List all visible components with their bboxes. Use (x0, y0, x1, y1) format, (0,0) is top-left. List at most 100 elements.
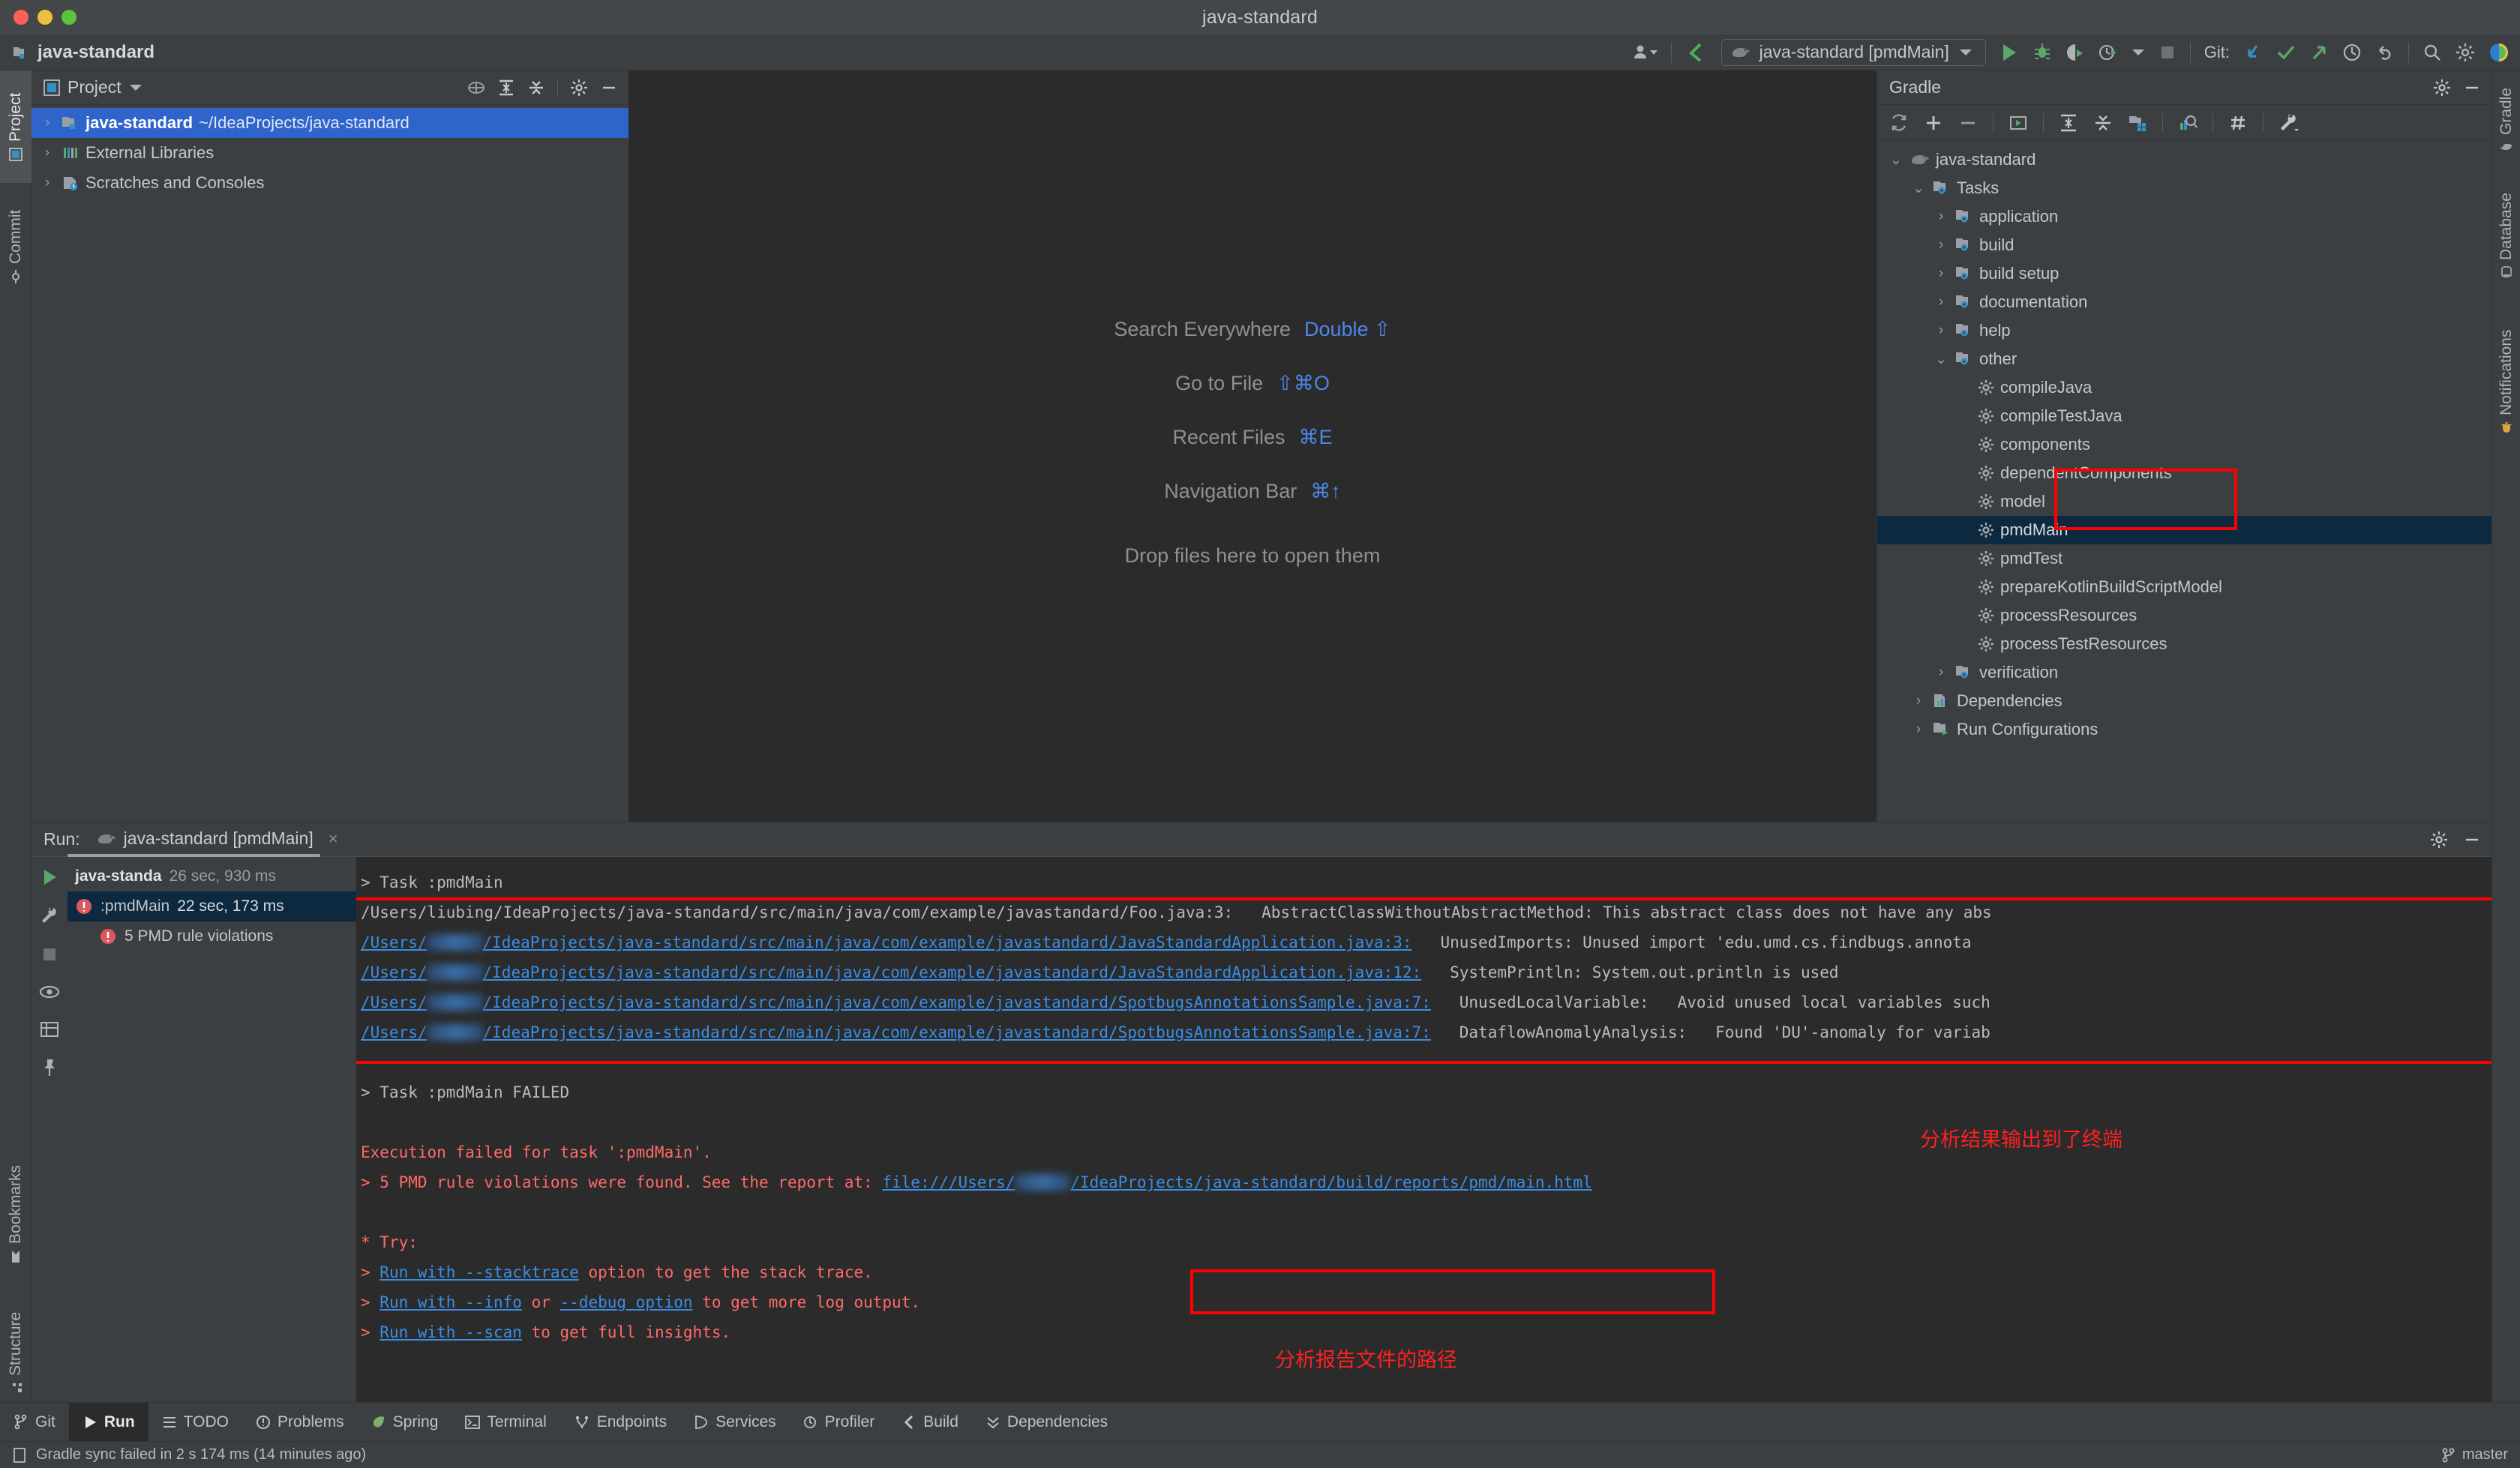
debug-icon[interactable] (2032, 42, 2052, 63)
run-tree-row-root[interactable]: java-standa 26 sec, 930 ms (68, 861, 356, 891)
gradle-tree-node-preparekotlinbuildscriptmodel[interactable]: prepareKotlinBuildScriptModel (1877, 573, 2492, 601)
tree-node-scratches[interactable]: › Scratches and Consoles (32, 168, 628, 198)
sidebar-item-commit[interactable]: Commit (0, 190, 32, 303)
chevron-right-icon[interactable]: › (1933, 265, 1949, 282)
gradle-tree-node-dependentcomponents[interactable]: dependentComponents (1877, 459, 2492, 487)
bottom-tab-profiler[interactable]: Profiler (790, 1403, 889, 1442)
chevron-down-icon[interactable] (1958, 47, 1973, 58)
chevron-right-icon[interactable]: › (1933, 208, 1949, 225)
gradle-tree-node-pmdtest[interactable]: pmdTest (1877, 544, 2492, 573)
git-rollback-icon[interactable] (2375, 43, 2395, 62)
profile-icon[interactable] (2098, 42, 2118, 63)
account-icon[interactable] (1632, 43, 1658, 62)
gradle-tree-node-build[interactable]: › build (1877, 231, 2492, 259)
sidebar-item-gradle[interactable]: Gradle (2492, 70, 2520, 168)
bottom-tab-terminal[interactable]: Terminal (452, 1403, 560, 1442)
console-try-item[interactable]: > Run with --info or --debug option to g… (356, 1287, 2492, 1317)
gradle-tree-node-other[interactable]: ⌄ other (1877, 345, 2492, 373)
bottom-tab-git[interactable]: Git (0, 1403, 69, 1442)
git-history-icon[interactable] (2342, 43, 2362, 62)
run-icon[interactable] (2000, 42, 2019, 63)
run-console-output[interactable]: > Task :pmdMain /Users/liubing/IdeaProje… (356, 857, 2492, 1403)
chart-icon[interactable] (40, 1020, 59, 1038)
console-report-line[interactable]: > 5 PMD rule violations were found. See … (356, 1167, 2492, 1197)
chevron-right-icon[interactable]: › (1933, 664, 1949, 681)
gradle-tree-node-processtestresources[interactable]: processTestResources (1877, 630, 2492, 658)
close-window-icon[interactable] (14, 10, 28, 25)
minimize-window-icon[interactable] (38, 10, 52, 25)
status-branch-label[interactable]: master (2462, 1446, 2508, 1464)
sidebar-item-database[interactable]: Database (2492, 175, 2520, 295)
gradle-tree-node-components[interactable]: components (1877, 430, 2492, 459)
vcs-update-icon[interactable] (1685, 41, 1708, 64)
gradle-tree-node-documentation[interactable]: › documentation (1877, 288, 2492, 316)
gear-icon[interactable] (570, 79, 588, 97)
chevron-down-icon[interactable]: ⌄ (1910, 180, 1927, 197)
collapse-all-icon[interactable] (527, 79, 545, 97)
rerun-icon[interactable] (40, 867, 59, 887)
run-tab-pmdmain[interactable]: java-standard [pmdMain] × (97, 828, 338, 850)
chevron-down-icon[interactable]: ⌄ (1888, 151, 1904, 169)
minimize-icon[interactable] (2463, 79, 2481, 97)
collapse-all-icon[interactable] (2093, 113, 2113, 133)
sidebar-item-structure[interactable]: Structure (0, 1293, 32, 1413)
bottom-tab-build[interactable]: Build (888, 1403, 972, 1442)
gradle-tree-node-dependencies[interactable]: › Dependencies (1877, 687, 2492, 715)
gear-icon[interactable] (2430, 831, 2448, 849)
run-configuration-selector[interactable]: java-standard [pmdMain] (1720, 38, 1986, 66)
git-commit-icon[interactable] (2276, 43, 2296, 62)
execute-task-icon[interactable] (2008, 113, 2028, 133)
gradle-tree-node-help[interactable]: › help (1877, 316, 2492, 345)
minimize-icon[interactable] (2463, 831, 2481, 849)
window-controls[interactable] (14, 10, 76, 25)
sidebar-item-notifications[interactable]: Notifications (2492, 303, 2520, 460)
settings-wrench-icon[interactable] (40, 906, 59, 926)
stop-icon[interactable] (2158, 43, 2176, 61)
git-pull-icon[interactable] (2243, 43, 2263, 62)
pin-icon[interactable] (40, 1058, 58, 1077)
chevron-right-icon[interactable]: › (1910, 693, 1927, 709)
gradle-tree-node-tasks[interactable]: ⌄ Tasks (1877, 174, 2492, 202)
gradle-tree-node-application[interactable]: › application (1877, 202, 2492, 231)
close-icon[interactable]: × (328, 829, 338, 849)
gradle-tree-node-model[interactable]: model (1877, 487, 2492, 516)
gradle-tree-node-compilejava[interactable]: compileJava (1877, 373, 2492, 402)
ide-assistant-icon[interactable] (2488, 42, 2510, 63)
bottom-tab-spring[interactable]: Spring (358, 1403, 452, 1442)
tree-node-external-libraries[interactable]: › External Libraries (32, 138, 628, 168)
chevron-down-icon[interactable] (129, 83, 142, 92)
chevron-right-icon[interactable]: › (39, 175, 56, 191)
add-icon[interactable] (1924, 113, 1943, 133)
wrench-icon[interactable] (2278, 113, 2300, 133)
gradle-tree-node-build-setup[interactable]: › build setup (1877, 259, 2492, 288)
console-try-item[interactable]: > Run with --scan to get full insights. (356, 1317, 2492, 1347)
remove-icon[interactable] (1958, 113, 1978, 133)
gradle-tree-node-compiletestjava[interactable]: compileTestJava (1877, 402, 2492, 430)
console-violation-line[interactable]: /Users//IdeaProjects/java-standard/src/m… (356, 957, 2492, 987)
chevron-right-icon[interactable]: › (39, 115, 56, 131)
bottom-tab-endpoints[interactable]: Endpoints (560, 1403, 680, 1442)
gear-icon[interactable] (2433, 79, 2451, 97)
eye-icon[interactable] (39, 983, 60, 1001)
memory-icon[interactable] (12, 1447, 27, 1464)
refresh-icon[interactable] (1889, 113, 1909, 133)
console-violation-line[interactable]: /Users//IdeaProjects/java-standard/src/m… (356, 927, 2492, 957)
project-chip[interactable]: java-standard (0, 42, 154, 63)
gradle-tree-node-processresources[interactable]: processResources (1877, 601, 2492, 630)
console-try-item[interactable]: > Run with --stacktrace option to get th… (356, 1257, 2492, 1287)
status-message[interactable]: Gradle sync failed in 2 s 174 ms (14 min… (36, 1446, 366, 1464)
console-violation-line[interactable]: /Users//IdeaProjects/java-standard/src/m… (356, 987, 2492, 1017)
gradle-tree-node-java-standard[interactable]: ⌄ java-standard (1877, 145, 2492, 174)
task-execution-icon[interactable] (2178, 113, 2198, 133)
chevron-right-icon[interactable]: › (1910, 721, 1927, 738)
bottom-tab-services[interactable]: Services (680, 1403, 790, 1442)
search-icon[interactable] (2422, 43, 2442, 62)
show-modules-icon[interactable] (2128, 113, 2147, 133)
tree-node-java-standard[interactable]: › java-standard ~/IdeaProjects/java-stan… (32, 108, 628, 138)
sidebar-item-bookmarks[interactable]: Bookmarks (0, 1143, 32, 1285)
bottom-tab-problems[interactable]: Problems (242, 1403, 358, 1442)
settings-icon[interactable] (2456, 43, 2475, 62)
git-push-icon[interactable] (2309, 43, 2329, 62)
bottom-tab-todo[interactable]: TODO (148, 1403, 242, 1442)
expand-all-icon[interactable] (497, 79, 515, 97)
